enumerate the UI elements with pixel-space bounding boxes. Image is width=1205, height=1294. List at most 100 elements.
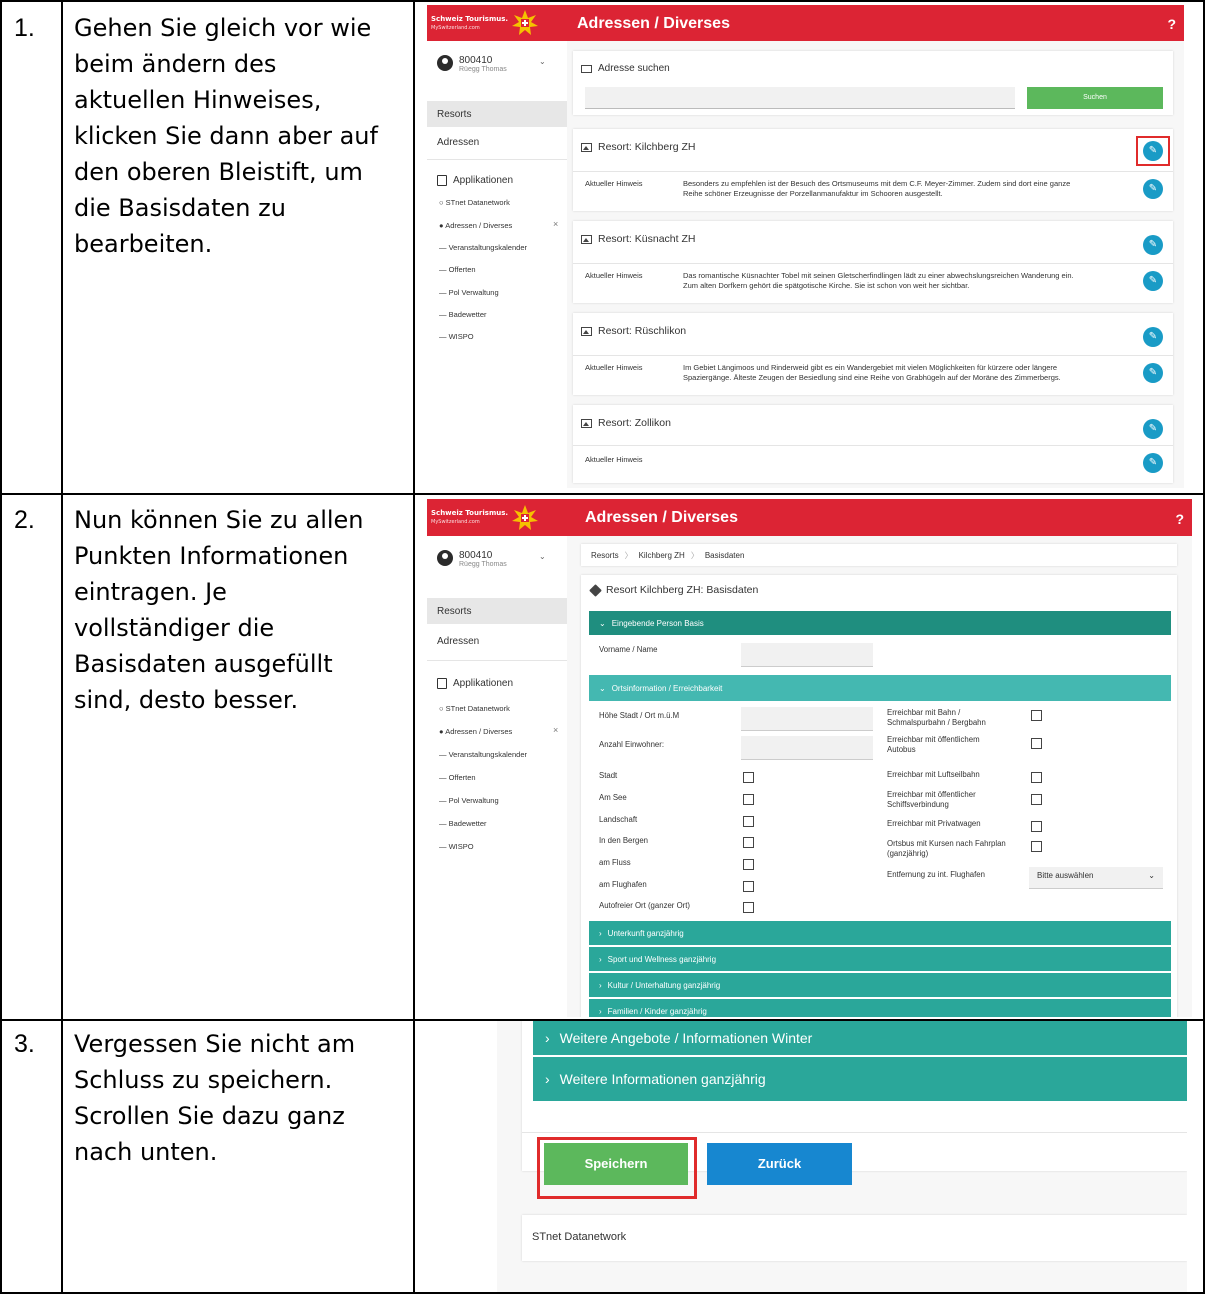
copy-icon bbox=[437, 678, 447, 689]
footer-text: STnet Datanetwork bbox=[532, 1231, 627, 1243]
name-input[interactable] bbox=[741, 643, 873, 667]
sidebar-item-adressen[interactable]: Adressen bbox=[437, 137, 479, 148]
user-id: 800410 bbox=[459, 55, 493, 66]
checkbox[interactable] bbox=[743, 816, 754, 827]
screenshot-basisdaten: Schweiz Tourismus. MySwitzerland.com Adre… bbox=[427, 499, 1192, 1017]
section-eingebende-person[interactable]: ⌄ Eingebende Person Basis bbox=[589, 611, 1171, 635]
field-label: Am See bbox=[599, 793, 627, 802]
image-icon bbox=[581, 418, 592, 428]
sidebar-subitem[interactable]: — Pol Verwaltung bbox=[439, 796, 499, 805]
sidebar-item-resorts[interactable]: Resorts bbox=[427, 101, 567, 127]
search-input[interactable] bbox=[585, 87, 1015, 109]
screenshot-speichern: › Weitere Angebote / Informationen Winte… bbox=[497, 1021, 1187, 1292]
step-number: 2. bbox=[14, 506, 35, 534]
sidebar-subitem[interactable]: — WISPO bbox=[439, 842, 474, 851]
swiss-star-icon bbox=[512, 504, 539, 530]
checkbox[interactable] bbox=[1031, 738, 1042, 749]
user-menu[interactable]: 800410 Rüegg Thomas bbox=[437, 550, 507, 568]
app-title: Adressen / Diverses bbox=[577, 15, 730, 32]
section-weitere-angebote-winter[interactable]: › Weitere Angebote / Informationen Winte… bbox=[533, 1021, 1187, 1055]
chevron-down-icon[interactable]: ⌄ bbox=[539, 57, 546, 66]
section-familien[interactable]: › Familien / Kinder ganzjährig bbox=[589, 999, 1171, 1017]
sidebar-subitem[interactable]: — Badewetter bbox=[439, 819, 487, 828]
section-sport[interactable]: › Sport und Wellness ganzjährig bbox=[589, 947, 1171, 971]
checkbox[interactable] bbox=[743, 881, 754, 892]
checkbox[interactable] bbox=[1031, 821, 1042, 832]
field-label: am Fluss bbox=[599, 858, 631, 867]
copy-icon bbox=[437, 175, 447, 186]
sidebar-item-adressen[interactable]: Adressen bbox=[437, 636, 479, 647]
section-ortsinformation[interactable]: ⌄ Ortsinformation / Erreichbarkeit bbox=[589, 675, 1171, 701]
footer-card: STnet Datanetwork bbox=[522, 1215, 1187, 1261]
help-icon[interactable]: ? bbox=[1167, 16, 1176, 32]
breadcrumb-item[interactable]: Resorts bbox=[591, 551, 619, 560]
sidebar-item-resorts[interactable]: Resorts bbox=[427, 598, 567, 624]
pencil-icon[interactable]: ✎ bbox=[1143, 327, 1163, 347]
sidebar-subitem[interactable]: — Offerten bbox=[439, 265, 476, 274]
checkbox[interactable] bbox=[743, 902, 754, 913]
checkbox[interactable] bbox=[1031, 710, 1042, 721]
breadcrumb-item[interactable]: Kilchberg ZH bbox=[639, 551, 685, 560]
step-text: Nun können Sie zu allen Punkten Informat… bbox=[74, 506, 364, 714]
save-button[interactable]: Speichern bbox=[544, 1143, 688, 1185]
sidebar-subitem[interactable]: — WISPO bbox=[439, 332, 474, 341]
field-label: In den Bergen bbox=[599, 836, 648, 845]
sidebar-applikationen[interactable]: Applikationen bbox=[437, 175, 513, 186]
sidebar-subitem-active[interactable]: ● Adressen / Diverses bbox=[439, 221, 512, 230]
pencil-icon[interactable]: ✎ bbox=[1143, 419, 1163, 439]
table-border-left bbox=[0, 0, 2, 1294]
checkbox[interactable] bbox=[1031, 841, 1042, 852]
field-label: Erreichbar mit öffentlichem Autobus bbox=[887, 735, 980, 754]
field-label: Erreichbar mit Privatwagen bbox=[887, 819, 981, 828]
back-button[interactable]: Zurück bbox=[707, 1143, 852, 1185]
user-menu[interactable]: 800410 Rüegg Thomas bbox=[437, 55, 507, 73]
hint-label: Aktueller Hinweis bbox=[585, 455, 643, 464]
app-header: Schweiz Tourismus. MySwitzerland.com Adre… bbox=[427, 5, 1184, 41]
table-border-col1 bbox=[61, 0, 63, 1294]
pencil-icon[interactable]: ✎ bbox=[1143, 179, 1163, 199]
close-icon[interactable]: × bbox=[553, 219, 558, 229]
airport-select[interactable]: Bitte auswählen ⌄ bbox=[1029, 867, 1163, 889]
search-label: Adresse suchen bbox=[598, 63, 670, 74]
sidebar-subitem[interactable]: — Badewetter bbox=[439, 310, 487, 319]
field-label: Autofreier Ort (ganzer Ort) bbox=[599, 901, 690, 910]
close-icon[interactable]: × bbox=[553, 725, 558, 735]
section-unterkunft[interactable]: › Unterkunft ganzjährig bbox=[589, 921, 1171, 945]
sidebar-subitem-active[interactable]: ● Adressen / Diverses bbox=[439, 727, 512, 736]
field-label: Stadt bbox=[599, 771, 618, 780]
search-button[interactable]: Suchen bbox=[1027, 87, 1163, 109]
sidebar-subitem[interactable]: ○ STnet Datanetwork bbox=[439, 198, 510, 207]
image-icon bbox=[581, 326, 592, 336]
field-label: Erreichbar mit öffentlicher Schiffsverbi… bbox=[887, 790, 976, 809]
app-title: Adressen / Diverses bbox=[585, 509, 738, 526]
sidebar-subitem[interactable]: — Veranstaltungskalender bbox=[439, 243, 527, 252]
help-icon[interactable]: ? bbox=[1175, 511, 1184, 527]
sidebar-subitem[interactable]: — Veranstaltungskalender bbox=[439, 750, 527, 759]
checkbox[interactable] bbox=[1031, 772, 1042, 783]
section-weitere-informationen[interactable]: › Weitere Informationen ganzjährig bbox=[533, 1057, 1187, 1101]
einwohner-input[interactable] bbox=[741, 736, 873, 760]
sidebar-subitem[interactable]: ○ STnet Datanetwork bbox=[439, 704, 510, 713]
checkbox[interactable] bbox=[743, 772, 754, 783]
hint-text: Das romantische Küsnachter Tobel mit sei… bbox=[683, 271, 1074, 290]
pencil-icon[interactable]: ✎ bbox=[1143, 271, 1163, 291]
section-kultur[interactable]: › Kultur / Unterhaltung ganzjährig bbox=[589, 973, 1171, 997]
checkbox[interactable] bbox=[743, 794, 754, 805]
sidebar-subitem[interactable]: — Offerten bbox=[439, 773, 476, 782]
sidebar: 800410 Rüegg Thomas ⌄ Resorts Adressen Ap… bbox=[427, 41, 567, 488]
pencil-icon[interactable]: ✎ bbox=[1143, 235, 1163, 255]
checkbox[interactable] bbox=[1031, 794, 1042, 805]
pencil-icon[interactable]: ✎ bbox=[1143, 453, 1163, 473]
pencil-icon[interactable]: ✎ bbox=[1143, 141, 1163, 161]
sidebar-applikationen[interactable]: Applikationen bbox=[437, 678, 513, 689]
checkbox[interactable] bbox=[743, 837, 754, 848]
chevron-down-icon[interactable]: ⌄ bbox=[539, 552, 546, 561]
pencil-icon[interactable]: ✎ bbox=[1143, 363, 1163, 383]
sidebar-subitem[interactable]: — Pol Verwaltung bbox=[439, 288, 499, 297]
hint-text: Im Gebiet Längimoos und Rinderweid gibt … bbox=[683, 363, 1061, 382]
checkbox[interactable] bbox=[743, 859, 754, 870]
field-label: Erreichbar mit Luftseilbahn bbox=[887, 770, 980, 779]
screenshot-address-list: Schweiz Tourismus. MySwitzerland.com Adre… bbox=[427, 5, 1184, 488]
breadcrumb-item: Basisdaten bbox=[704, 551, 745, 560]
hoehe-input[interactable] bbox=[741, 707, 873, 731]
